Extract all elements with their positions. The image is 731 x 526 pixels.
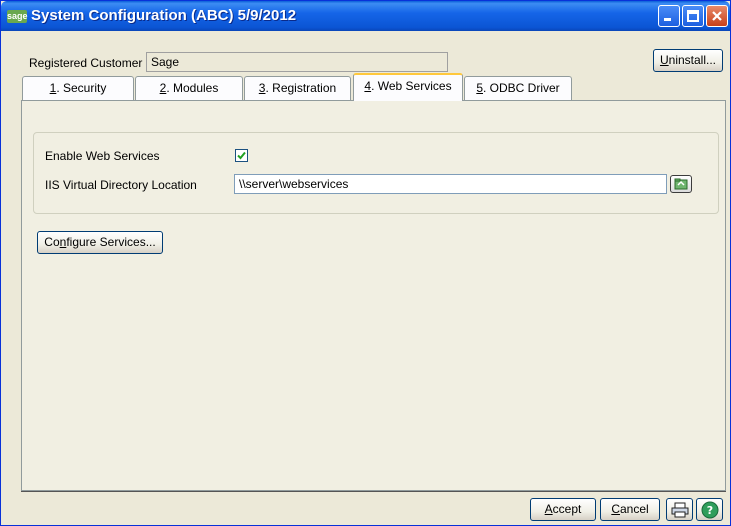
maximize-icon	[687, 10, 699, 22]
configure-label: figure Services...	[66, 235, 156, 249]
accept-label: ccept	[552, 502, 582, 516]
tab-security[interactable]: 1. Security	[22, 76, 134, 100]
tab-web-services-label: . Web Services	[371, 79, 452, 93]
tab-modules-label: . Modules	[166, 81, 219, 95]
checkmark-icon	[237, 151, 246, 160]
system-configuration-window: sage System Configuration (ABC) 5/9/2012…	[0, 0, 731, 526]
iis-virtual-directory-label: IIS Virtual Directory Location	[45, 178, 197, 192]
minimize-icon	[664, 18, 671, 21]
configure-services-button[interactable]: Configure Services...	[37, 231, 163, 254]
close-button[interactable]	[706, 5, 728, 27]
registered-customer-field: Sage	[146, 52, 448, 72]
folder-browse-icon	[674, 178, 688, 190]
tab-web-services[interactable]: 4. Web Services	[353, 73, 463, 101]
maximize-button[interactable]	[682, 5, 704, 27]
registered-customer-label: Registered Customer	[29, 56, 143, 70]
close-icon	[712, 11, 722, 21]
enable-web-services-label: Enable Web Services	[45, 149, 160, 163]
tab-odbc-driver-label: . ODBC Driver	[483, 81, 560, 95]
tab-odbc-driver[interactable]: 5. ODBC Driver	[464, 76, 572, 100]
uninstall-hotkey: U	[659, 53, 669, 67]
help-icon: ?	[701, 501, 718, 519]
configure-prefix: Co	[44, 235, 60, 249]
footer-divider	[21, 491, 726, 492]
web-services-group	[33, 132, 719, 214]
uninstall-button[interactable]: Uninstall...	[653, 49, 723, 72]
accept-hotkey: A	[544, 502, 553, 516]
svg-text:?: ?	[706, 504, 712, 517]
cancel-button[interactable]: Cancel	[600, 498, 660, 521]
accept-button[interactable]: Accept	[530, 498, 596, 521]
title-bar[interactable]: sage System Configuration (ABC) 5/9/2012	[1, 1, 730, 31]
tab-odbc-driver-num: 5	[476, 81, 483, 95]
help-button[interactable]: ?	[696, 498, 723, 521]
browse-directory-button[interactable]	[670, 175, 692, 193]
print-button[interactable]	[666, 498, 693, 521]
tab-registration[interactable]: 3. Registration	[244, 76, 351, 100]
enable-web-services-checkbox[interactable]	[235, 149, 248, 162]
tab-modules[interactable]: 2. Modules	[135, 76, 243, 100]
cancel-label: ancel	[619, 502, 649, 516]
window-title: System Configuration (ABC) 5/9/2012	[31, 7, 297, 24]
sage-logo: sage	[7, 10, 28, 23]
uninstall-label: ninstall...	[668, 53, 717, 67]
iis-virtual-directory-input[interactable]: \\server\webservices	[234, 174, 667, 194]
tab-registration-label: . Registration	[265, 81, 337, 95]
tab-security-label: . Security	[56, 81, 107, 95]
minimize-button[interactable]	[658, 5, 680, 27]
cancel-hotkey: C	[611, 502, 620, 516]
printer-icon	[671, 502, 688, 518]
